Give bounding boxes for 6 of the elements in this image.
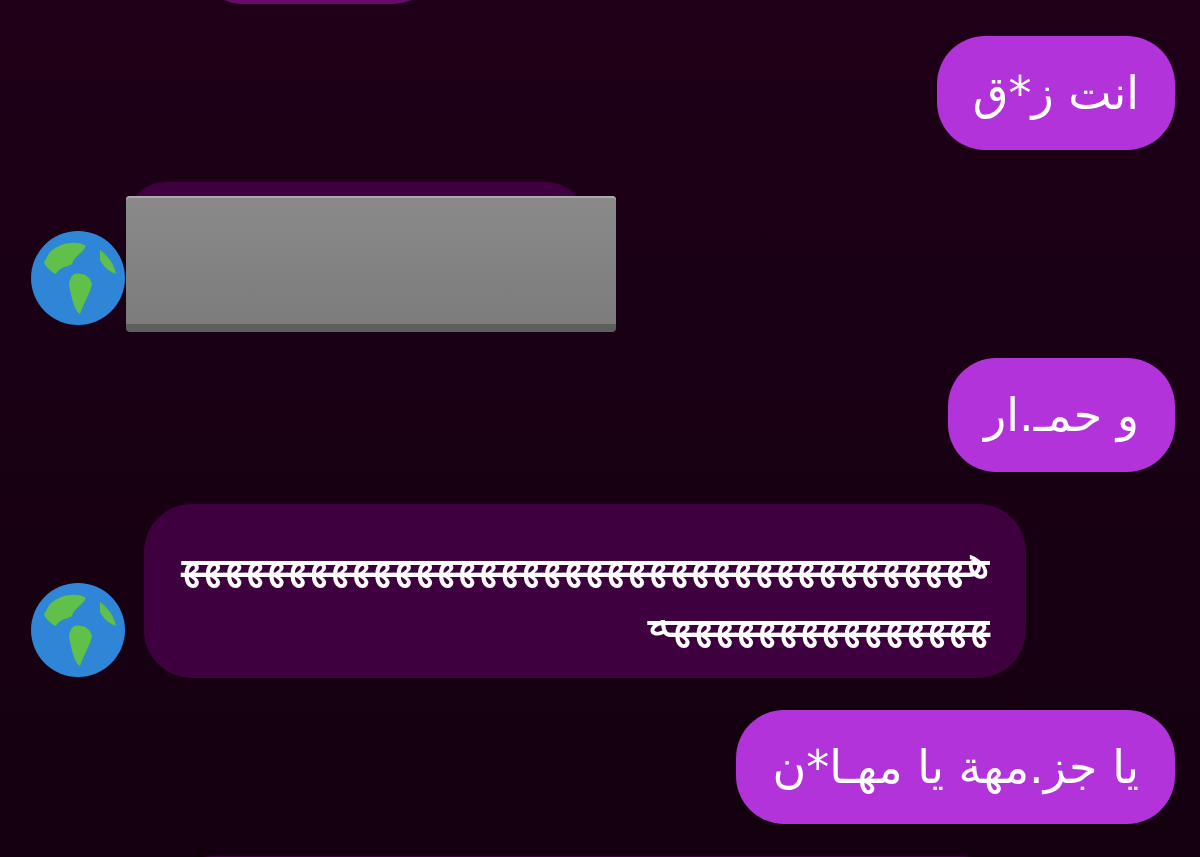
message-bubble: انت ز*ق [936, 36, 1175, 150]
globe-icon [30, 582, 126, 678]
message-bubble: يا جز.مهة يا مهـا*ن [736, 710, 1175, 824]
globe-icon [30, 230, 126, 326]
message-bubble: و حمـ.ار [948, 358, 1175, 472]
message-bubble: هههههههههههههههههههههههههههههههههههههههههههههههههههههه [144, 504, 1026, 678]
